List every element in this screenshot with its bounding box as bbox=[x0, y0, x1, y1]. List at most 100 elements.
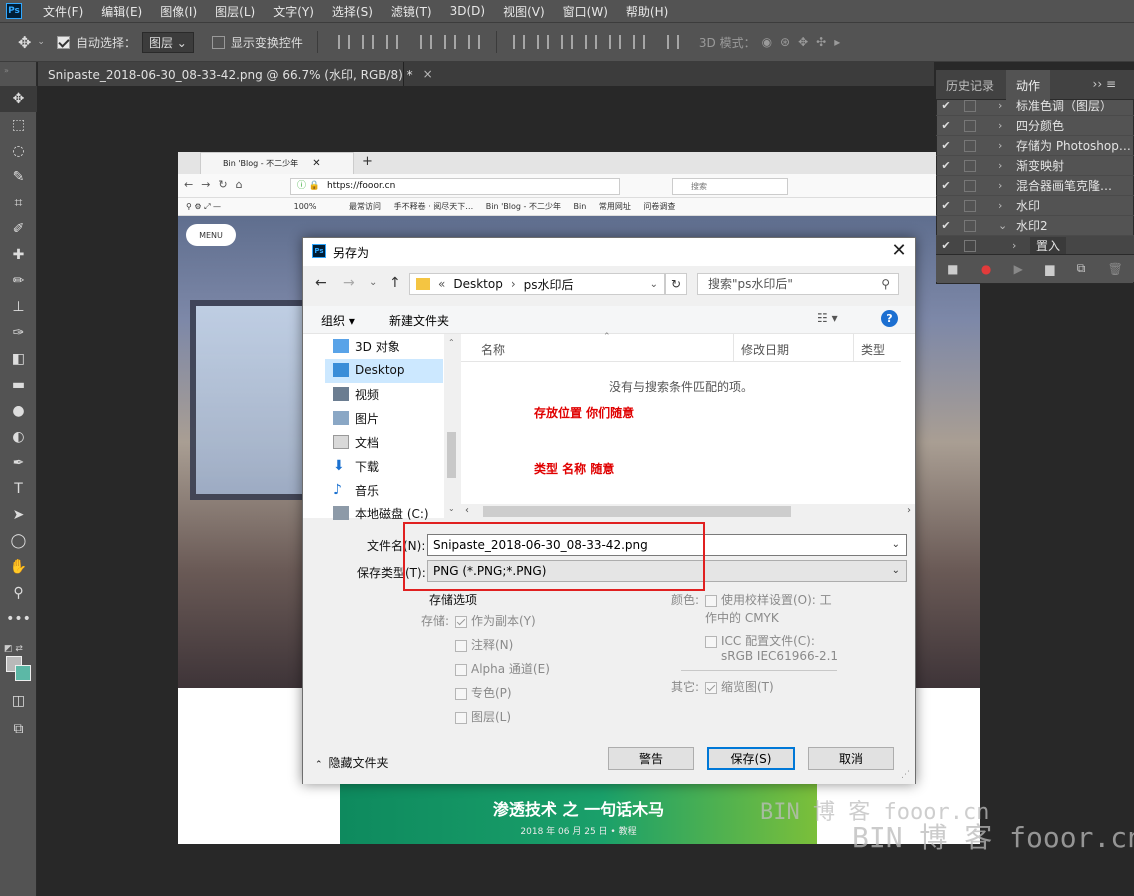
auto-align-icon[interactable] bbox=[666, 35, 679, 49]
align-hcenter-icon[interactable] bbox=[443, 35, 456, 49]
distribute-vcenter-icon[interactable] bbox=[536, 35, 549, 49]
cancel-button[interactable]: 取消 bbox=[808, 747, 894, 770]
forward-arrow-icon[interactable]: → bbox=[343, 275, 355, 291]
screen-mode-icon[interactable]: ⧉ bbox=[0, 716, 37, 742]
check-icon[interactable]: ✔ bbox=[936, 99, 956, 112]
breadcrumb-folder[interactable]: ps水印后 bbox=[524, 276, 574, 293]
as-copy-option[interactable]: 作为副本(Y) bbox=[455, 612, 536, 629]
distribute-left-icon[interactable] bbox=[584, 35, 597, 49]
spot-option[interactable]: 专色(P) bbox=[455, 684, 512, 701]
panel-menu-icon[interactable]: ›› ≡ bbox=[1093, 77, 1116, 91]
menu-edit[interactable]: 编辑(E) bbox=[92, 3, 151, 20]
document-tab[interactable]: Snipaste_2018-06-30_08-33-42.png @ 66.7%… bbox=[38, 62, 433, 86]
dialog-toggle-box[interactable] bbox=[964, 219, 976, 232]
new-action-icon[interactable]: ⧉ bbox=[1077, 261, 1086, 276]
eyedropper-tool-icon[interactable]: ✐ bbox=[0, 216, 37, 242]
alpha-checkbox[interactable] bbox=[455, 663, 467, 676]
distribute-right-icon[interactable] bbox=[632, 35, 645, 49]
healing-tool-icon[interactable]: ✚ bbox=[0, 242, 37, 268]
marquee-tool-icon[interactable]: ⬚ bbox=[0, 112, 37, 138]
expand-arrow-icon[interactable]: › bbox=[998, 99, 1016, 112]
nav-desktop[interactable]: Desktop bbox=[333, 359, 405, 381]
check-icon[interactable]: ✔ bbox=[936, 119, 956, 132]
auto-select-checkbox[interactable] bbox=[56, 35, 70, 49]
spot-checkbox[interactable] bbox=[455, 687, 467, 700]
action-row[interactable]: ✔ › 置入 bbox=[936, 236, 1134, 256]
notes-checkbox[interactable] bbox=[455, 639, 467, 652]
menu-view[interactable]: 视图(V) bbox=[494, 3, 554, 20]
expand-arrow-icon[interactable]: › bbox=[998, 179, 1016, 192]
chevron-down-icon[interactable]: ⌄ bbox=[650, 279, 658, 290]
dialog-toggle-box[interactable] bbox=[964, 179, 976, 192]
move-tool-icon[interactable]: ✥ bbox=[0, 86, 37, 112]
path-select-tool-icon[interactable]: ➤ bbox=[0, 502, 37, 528]
proof-option[interactable]: 使用校样设置(O): 工作中的 CMYK bbox=[705, 591, 837, 627]
crop-tool-icon[interactable]: ⌗ bbox=[0, 190, 37, 216]
warning-button[interactable]: 警告 bbox=[608, 747, 694, 770]
align-right-icon[interactable] bbox=[467, 35, 480, 49]
brush-tool-icon[interactable]: ✏ bbox=[0, 268, 37, 294]
new-set-icon[interactable]: ▆ bbox=[1045, 262, 1054, 276]
thumbnail-checkbox[interactable] bbox=[705, 681, 717, 694]
refresh-icon[interactable]: ↻ bbox=[665, 273, 687, 295]
nav-3d-objects[interactable]: 3D 对象 bbox=[333, 335, 400, 357]
dialog-toggle-box[interactable] bbox=[964, 159, 976, 172]
gradient-tool-icon[interactable]: ▬ bbox=[0, 372, 37, 398]
expand-arrow-icon[interactable]: › bbox=[1012, 239, 1030, 252]
check-icon[interactable]: ✔ bbox=[936, 219, 956, 232]
nav-music[interactable]: ♪ 音乐 bbox=[333, 479, 379, 501]
background-color-swatch[interactable] bbox=[15, 665, 31, 681]
play-icon[interactable]: ▶ bbox=[1014, 262, 1023, 276]
column-name[interactable]: 名称 bbox=[481, 341, 505, 358]
eraser-tool-icon[interactable]: ◧ bbox=[0, 346, 37, 372]
quick-select-tool-icon[interactable]: ✎ bbox=[0, 164, 37, 190]
chevron-down-icon[interactable]: ⌄ bbox=[892, 535, 900, 555]
back-arrow-icon[interactable]: ← bbox=[315, 275, 327, 291]
as-copy-checkbox[interactable] bbox=[455, 615, 467, 628]
organize-button[interactable]: 组织 ▾ bbox=[321, 312, 355, 329]
thumbnail-option[interactable]: 缩览图(T) bbox=[705, 678, 774, 695]
view-options-icon[interactable]: ☷ ▾ bbox=[817, 311, 838, 325]
check-icon[interactable]: ✔ bbox=[936, 179, 956, 192]
action-row[interactable]: ✔ › 水印 bbox=[936, 196, 1134, 216]
menu-image[interactable]: 图像(I) bbox=[151, 3, 206, 20]
distribute-hcenter-icon[interactable] bbox=[608, 35, 621, 49]
close-icon[interactable]: ✕ bbox=[887, 240, 911, 262]
expand-arrow-icon[interactable]: › bbox=[998, 139, 1016, 152]
3d-mode-icons[interactable]: ◉⊛✥✣▸ bbox=[762, 35, 849, 49]
quick-mask-icon[interactable]: ◫ bbox=[0, 688, 37, 714]
menu-type[interactable]: 文字(Y) bbox=[264, 3, 323, 20]
close-icon[interactable]: × bbox=[423, 67, 433, 81]
nav-documents[interactable]: 文档 bbox=[333, 431, 379, 453]
breadcrumb-desktop[interactable]: Desktop bbox=[453, 277, 503, 291]
expand-arrow-icon[interactable]: › bbox=[998, 199, 1016, 212]
menu-file[interactable]: 文件(F) bbox=[34, 3, 92, 20]
lasso-tool-icon[interactable]: ◌ bbox=[0, 138, 37, 164]
menu-help[interactable]: 帮助(H) bbox=[617, 3, 677, 20]
stamp-tool-icon[interactable]: ⊥ bbox=[0, 294, 37, 320]
dodge-tool-icon[interactable]: ◐ bbox=[0, 424, 37, 450]
dialog-titlebar[interactable] bbox=[303, 238, 915, 266]
scrollbar-thumb[interactable] bbox=[483, 506, 791, 517]
menu-window[interactable]: 窗口(W) bbox=[554, 3, 617, 20]
stop-icon[interactable]: ■ bbox=[947, 262, 958, 276]
menu-filter[interactable]: 滤镜(T) bbox=[382, 3, 441, 20]
menu-select[interactable]: 选择(S) bbox=[323, 3, 382, 20]
proof-checkbox[interactable] bbox=[705, 594, 717, 607]
layers-checkbox[interactable] bbox=[455, 711, 467, 724]
icc-checkbox[interactable] bbox=[705, 635, 717, 648]
chevron-down-icon[interactable]: ⌄ bbox=[892, 561, 900, 581]
menu-3d[interactable]: 3D(D) bbox=[441, 4, 494, 18]
action-row[interactable]: ✔ › 存储为 Photoshop… bbox=[936, 136, 1134, 156]
chevron-down-icon[interactable]: ⌄ bbox=[369, 277, 377, 288]
ellipse-tool-icon[interactable]: ◯ bbox=[0, 528, 37, 554]
new-folder-button[interactable]: 新建文件夹 bbox=[389, 312, 449, 329]
zoom-tool-icon[interactable]: ⚲ bbox=[0, 580, 37, 606]
layers-option[interactable]: 图层(L) bbox=[455, 708, 511, 725]
align-left-icon[interactable] bbox=[419, 35, 432, 49]
hide-folders-toggle[interactable]: ⌃ 隐藏文件夹 bbox=[315, 754, 389, 771]
menu-layer[interactable]: 图层(L) bbox=[206, 3, 264, 20]
pen-tool-icon[interactable]: ✒ bbox=[0, 450, 37, 476]
dialog-toggle-box[interactable] bbox=[964, 239, 976, 252]
record-icon[interactable]: ● bbox=[981, 262, 991, 276]
